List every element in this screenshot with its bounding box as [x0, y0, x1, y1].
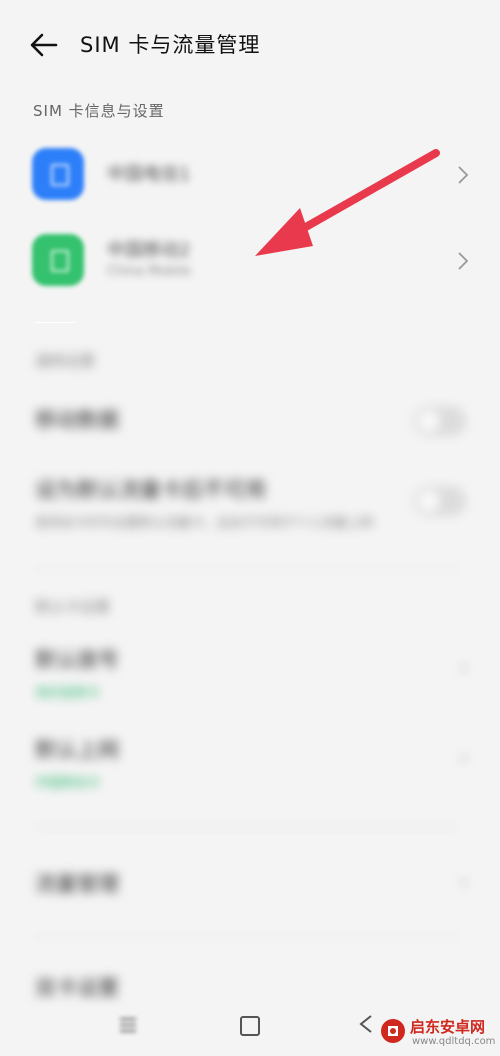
- annotation-arrow: [255, 149, 440, 256]
- blurred-settings-area: 通用设置 移动数据 设为默认流量卡后不可用 使用双卡时可设置默认流量卡，此处不可…: [0, 300, 500, 1000]
- default-data-toggle[interactable]: [414, 486, 466, 516]
- data-management-label[interactable]: 流量管理: [35, 868, 119, 898]
- default-internet-value: 中国移动卡: [35, 776, 101, 791]
- divider: [35, 568, 460, 569]
- default-internet-label[interactable]: 默认上网: [35, 734, 119, 764]
- general-section-heading: 通用设置: [35, 352, 96, 370]
- watermark-url: www.qdltdq.com: [412, 1036, 496, 1047]
- chevron-right-icon: ›: [459, 870, 468, 895]
- site-watermark: 启东安卓网 www.qdltdq.com: [380, 1016, 498, 1054]
- watermark-logo-icon: [381, 1019, 405, 1043]
- watermark-name: 启东安卓网: [410, 1018, 486, 1036]
- home-icon[interactable]: [240, 1016, 260, 1036]
- divider: [35, 936, 460, 937]
- divider: [35, 826, 460, 827]
- default-section-heading: 默认卡设置: [35, 598, 111, 616]
- back-nav-icon[interactable]: [357, 1013, 375, 1035]
- mobile-data-label[interactable]: 移动数据: [35, 404, 119, 434]
- dual-sim-settings-label[interactable]: 双卡设置: [35, 972, 119, 1002]
- default-data-subtitle: 使用双卡时可设置默认流量卡，此处不可用于个人流量上网: [35, 516, 374, 531]
- default-call-label[interactable]: 默认拨号: [35, 644, 119, 674]
- chevron-right-icon: ›: [459, 656, 468, 681]
- default-call-value: 询问选择卡: [35, 686, 101, 701]
- mobile-data-toggle[interactable]: [414, 406, 466, 436]
- chevron-right-icon: ›: [459, 746, 468, 771]
- default-data-label[interactable]: 设为默认流量卡后不可用: [35, 474, 266, 504]
- menu-icon[interactable]: [117, 1014, 139, 1036]
